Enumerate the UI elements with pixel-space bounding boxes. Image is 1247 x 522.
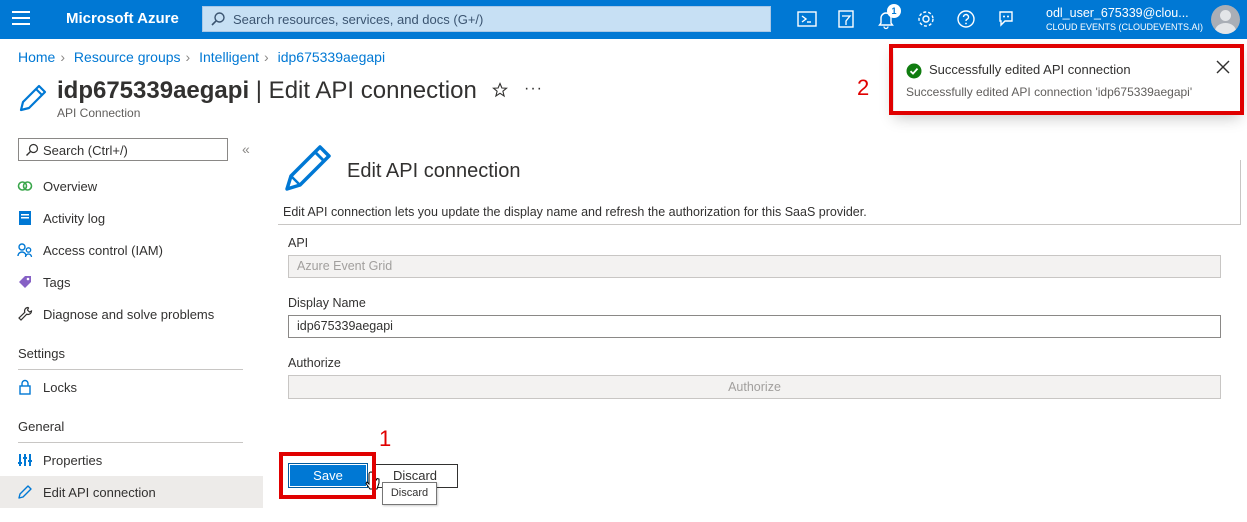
sidebar-item-label: Activity log bbox=[43, 211, 106, 226]
global-search-input[interactable]: Search resources, services, and docs (G+… bbox=[202, 6, 771, 32]
wrench-icon bbox=[18, 306, 33, 321]
page-title-blade: | Edit API connection bbox=[249, 77, 477, 104]
annotation-marker-2: 2 bbox=[857, 75, 870, 100]
search-icon bbox=[211, 12, 225, 26]
page-title: idp675339aegapi | Edit API connection bbox=[57, 77, 477, 105]
favorite-star-icon[interactable] bbox=[492, 82, 508, 98]
breadcrumb-home[interactable]: Home bbox=[18, 49, 55, 65]
page-title-resource: idp675339aegapi bbox=[57, 77, 250, 104]
activity-log-icon bbox=[19, 211, 31, 225]
annotation-highlight-toast bbox=[889, 44, 1244, 115]
collapse-sidebar-button[interactable]: « bbox=[242, 141, 250, 157]
authorize-label: Authorize bbox=[288, 356, 341, 370]
overview-icon bbox=[17, 181, 33, 191]
sidebar-search-placeholder: Search (Ctrl+/) bbox=[43, 143, 128, 158]
breadcrumb-intelligent[interactable]: Intelligent bbox=[199, 49, 259, 65]
sidebar-item-label: Properties bbox=[43, 453, 103, 468]
display-name-label: Display Name bbox=[288, 296, 366, 310]
breadcrumb-resource-groups[interactable]: Resource groups bbox=[74, 49, 181, 65]
hamburger-menu-icon[interactable] bbox=[12, 11, 30, 27]
api-field: Azure Event Grid bbox=[288, 255, 1221, 278]
pencil-icon bbox=[285, 145, 331, 191]
sidebar-search-input[interactable]: Search (Ctrl+/) bbox=[18, 138, 228, 161]
divider bbox=[278, 224, 1240, 225]
breadcrumb-resource[interactable]: idp675339aegapi bbox=[278, 49, 385, 65]
search-placeholder: Search resources, services, and docs (G+… bbox=[233, 12, 484, 27]
user-directory: CLOUD EVENTS (CLOUDEVENTS.AI) bbox=[1046, 22, 1204, 32]
sidebar-section-general: General bbox=[18, 419, 65, 434]
pencil-icon bbox=[18, 485, 32, 499]
sidebar-item-label: Edit API connection bbox=[43, 485, 156, 500]
annotation-highlight-save bbox=[279, 452, 376, 499]
account-menu[interactable]: odl_user_675339@clou... CLOUD EVENTS (CL… bbox=[1046, 6, 1203, 32]
notification-count-badge: 1 bbox=[887, 4, 901, 18]
more-options-button[interactable]: ··· bbox=[524, 80, 543, 98]
cloud-shell-icon[interactable] bbox=[796, 8, 818, 30]
lock-icon bbox=[19, 379, 31, 395]
authorize-button: Authorize bbox=[288, 375, 1221, 399]
avatar[interactable] bbox=[1211, 5, 1240, 34]
sidebar-item-label: Overview bbox=[43, 179, 98, 194]
display-name-field[interactable]: idp675339aegapi bbox=[288, 315, 1221, 338]
user-name: odl_user_675339@clou... bbox=[1046, 6, 1189, 20]
feedback-icon[interactable] bbox=[995, 8, 1017, 30]
content-description: Edit API connection lets you update the … bbox=[283, 205, 867, 219]
breadcrumb: Home › Resource groups › Intelligent › idp6… bbox=[18, 49, 386, 65]
gear-icon[interactable] bbox=[915, 8, 937, 30]
api-label: API bbox=[288, 236, 309, 250]
sidebar-item-label: Locks bbox=[43, 380, 77, 395]
divider bbox=[18, 442, 243, 443]
iam-icon bbox=[17, 243, 33, 258]
sidebar-item-label: Diagnose and solve problems bbox=[43, 307, 215, 322]
sidebar-item-overview[interactable]: Overview bbox=[0, 170, 263, 202]
divider bbox=[18, 369, 243, 370]
discard-tooltip: Discard bbox=[382, 482, 437, 505]
top-bar: Microsoft Azure Search resources, servic… bbox=[0, 0, 1247, 39]
content-title: Edit API connection bbox=[347, 160, 521, 182]
directory-filter-icon[interactable] bbox=[835, 8, 857, 30]
pencil-icon bbox=[19, 84, 47, 112]
tag-icon bbox=[19, 276, 31, 288]
page-subtitle: API Connection bbox=[57, 106, 141, 120]
sidebar-item-properties[interactable]: Properties bbox=[0, 444, 263, 476]
brand-title[interactable]: Microsoft Azure bbox=[66, 10, 179, 27]
sidebar-item-label: Access control (IAM) bbox=[43, 243, 163, 258]
search-icon bbox=[26, 143, 39, 156]
sidebar-item-diagnose[interactable]: Diagnose and solve problems bbox=[0, 298, 263, 330]
sidebar-item-tags[interactable]: Tags bbox=[0, 266, 263, 298]
properties-icon bbox=[18, 454, 32, 466]
sidebar-item-edit-api-connection[interactable]: Edit API connection bbox=[0, 476, 263, 508]
sidebar-section-settings: Settings bbox=[18, 346, 65, 361]
help-icon[interactable] bbox=[955, 8, 977, 30]
sidebar-item-iam[interactable]: Access control (IAM) bbox=[0, 234, 263, 266]
divider bbox=[1240, 160, 1241, 225]
sidebar-item-label: Tags bbox=[43, 275, 71, 290]
sidebar-item-locks[interactable]: Locks bbox=[0, 371, 263, 403]
sidebar-item-activity-log[interactable]: Activity log bbox=[0, 202, 263, 234]
annotation-marker-1: 1 bbox=[379, 426, 392, 451]
